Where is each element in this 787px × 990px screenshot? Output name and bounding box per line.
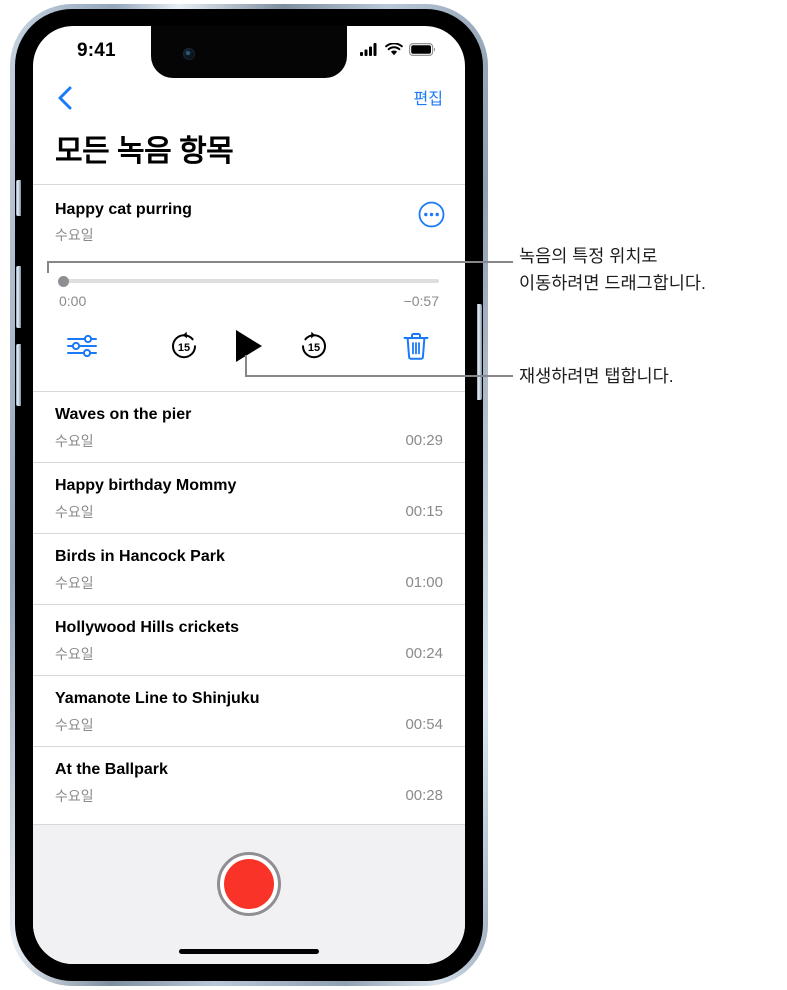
skip-forward-15-icon: 15	[302, 331, 326, 359]
recording-duration: 00:28	[405, 787, 443, 804]
table-row[interactable]: At the Ballpark 수요일 00:28	[33, 746, 465, 817]
volume-up-button[interactable]	[16, 266, 21, 328]
sliders-icon	[67, 335, 97, 357]
table-row[interactable]: Waves on the pier 수요일 00:29	[33, 391, 465, 462]
scrubber-track	[59, 279, 439, 283]
edit-button[interactable]: 편집	[414, 85, 443, 109]
svg-text:15: 15	[308, 342, 320, 354]
expanded-recording-title: Happy cat purring	[55, 201, 192, 218]
recording-title: Happy birthday Mommy	[55, 477, 237, 494]
recording-duration: 00:54	[405, 716, 443, 733]
recording-duration: 00:15	[405, 503, 443, 520]
scrubber-knob[interactable]	[58, 276, 69, 287]
expanded-recording-date: 수요일	[55, 227, 94, 243]
recording-title: Yamanote Line to Shinjuku	[55, 690, 260, 707]
recording-date: 수요일	[55, 646, 94, 662]
skip-back-15-icon: 15	[172, 331, 196, 359]
callout-leader-play-vertical	[245, 355, 247, 377]
recording-date: 수요일	[55, 788, 94, 804]
record-tray	[33, 824, 465, 964]
recording-date: 수요일	[55, 504, 94, 520]
table-row[interactable]: Hollywood Hills crickets 수요일 00:24	[33, 604, 465, 675]
record-circle-icon	[224, 859, 274, 909]
playback-scrubber[interactable]	[58, 273, 439, 289]
play-button[interactable]	[225, 323, 273, 369]
table-row[interactable]: Yamanote Line to Shinjuku 수요일 00:54	[33, 675, 465, 746]
play-icon	[236, 330, 262, 362]
recording-title: Birds in Hancock Park	[55, 548, 225, 565]
phone-device: 9:41 편집 모든 녹음 항목 Happy cat purring 수요일 0…	[10, 4, 488, 986]
phone-screen: 9:41 편집 모든 녹음 항목 Happy cat purring 수요일 0…	[33, 26, 465, 964]
recording-duration: 00:24	[405, 645, 443, 662]
remaining-time-label: −0:57	[403, 293, 439, 309]
back-button[interactable]	[51, 83, 81, 113]
home-indicator[interactable]	[179, 949, 319, 954]
elapsed-time-label: 0:00	[59, 293, 87, 309]
delete-button[interactable]	[393, 323, 439, 369]
volume-down-button[interactable]	[16, 344, 21, 406]
expanded-recording-card[interactable]: Happy cat purring 수요일 0:00 −0:57 15 15	[33, 185, 465, 391]
navigation-bar: 편집	[33, 78, 465, 120]
callout-leader-scrub-horizontal	[47, 261, 513, 263]
recording-date: 수요일	[55, 575, 94, 591]
record-button[interactable]	[217, 852, 281, 916]
trash-icon	[403, 333, 429, 360]
power-button[interactable]	[477, 304, 482, 400]
status-time: 9:41	[77, 40, 116, 61]
recording-duration: 01:00	[405, 574, 443, 591]
edit-audio-button[interactable]	[59, 323, 105, 369]
recording-title: At the Ballpark	[55, 761, 168, 778]
battery-icon	[409, 43, 435, 56]
recording-duration: 00:29	[405, 432, 443, 449]
callout-play-text: 재생하려면 탭합니다.	[519, 366, 674, 386]
callout-leader-play-horizontal	[245, 375, 513, 377]
signal-bars-icon	[360, 43, 377, 56]
callout-scrubber-text: 녹음의 특정 위치로 이동하려면 드래그합니다.	[519, 246, 706, 293]
recording-date: 수요일	[55, 717, 94, 733]
more-options-button[interactable]	[418, 201, 445, 228]
svg-text:15: 15	[178, 342, 190, 354]
chevron-left-icon	[58, 86, 72, 110]
status-bar: 9:41	[33, 26, 465, 78]
page-title: 모든 녹음 항목	[55, 135, 234, 168]
table-row[interactable]: Happy birthday Mommy 수요일 00:15	[33, 462, 465, 533]
skip-back-15-button[interactable]: 15	[161, 323, 207, 369]
table-row[interactable]: Birds in Hancock Park 수요일 01:00	[33, 533, 465, 604]
recording-title: Waves on the pier	[55, 406, 192, 423]
transport-controls: 15 15	[33, 323, 465, 369]
recordings-list: Waves on the pier 수요일 00:29 Happy birthd…	[33, 391, 465, 817]
skip-forward-15-button[interactable]: 15	[291, 323, 337, 369]
wifi-icon	[385, 43, 403, 56]
ellipsis-circle-icon	[418, 201, 445, 228]
recording-title: Hollywood Hills crickets	[55, 619, 240, 636]
recording-date: 수요일	[55, 433, 94, 449]
status-indicators	[360, 43, 435, 56]
silent-switch[interactable]	[16, 180, 21, 216]
